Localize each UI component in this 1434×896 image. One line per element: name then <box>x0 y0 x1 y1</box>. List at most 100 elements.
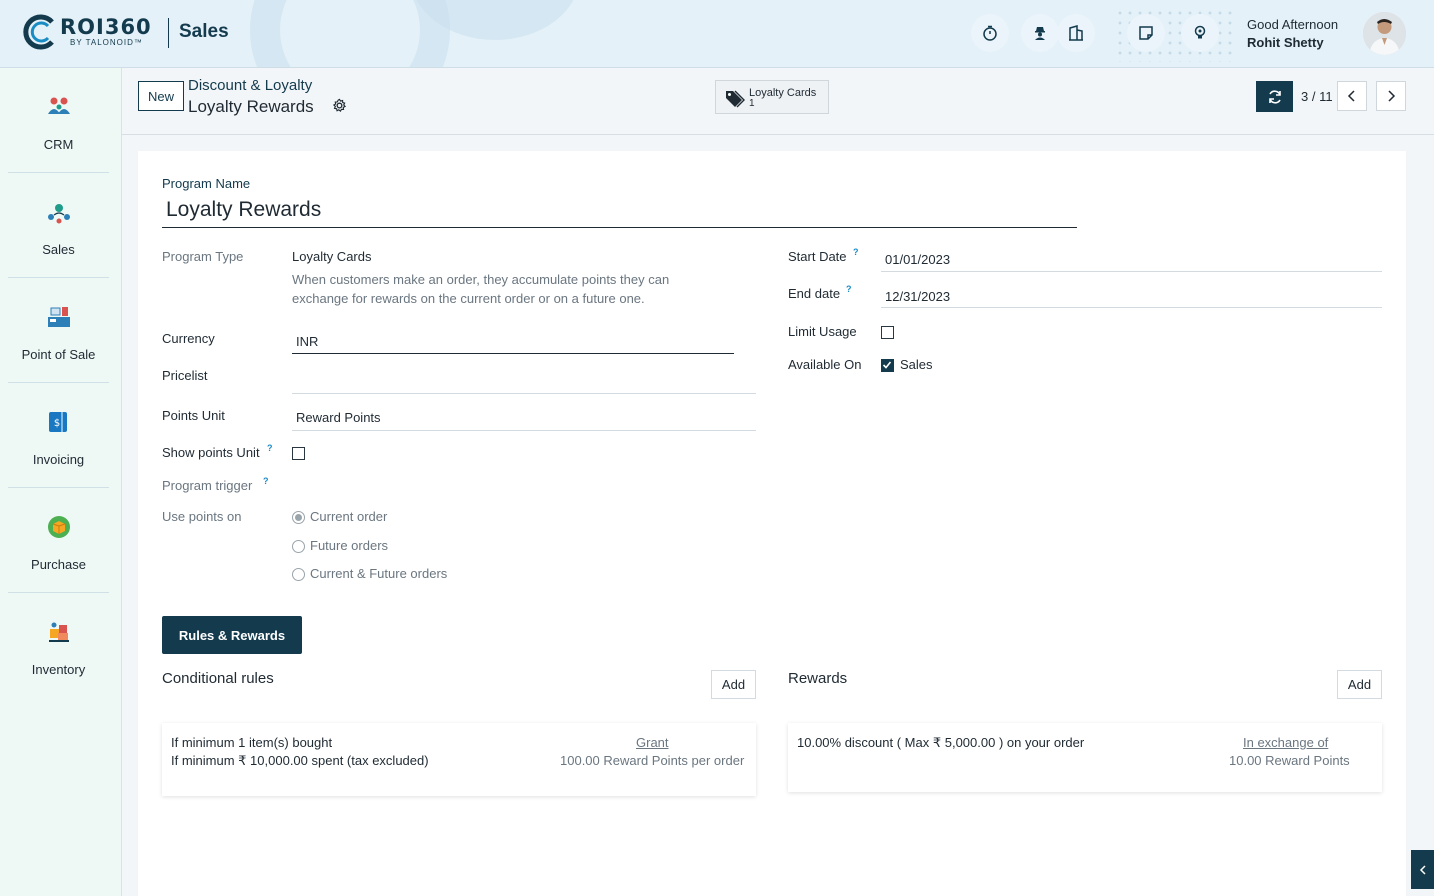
next-record-button[interactable] <box>1376 81 1406 111</box>
loyalty-cards-smart-button[interactable]: Loyalty Cards 1 <box>715 80 829 114</box>
rule-grant-value: 100.00 Reward Points per order <box>560 753 745 768</box>
available-on-sales-checkbox[interactable] <box>881 359 894 372</box>
points-unit-label: Points Unit <box>162 408 225 423</box>
radio-current-order[interactable] <box>292 511 305 524</box>
radio-future-orders[interactable] <box>292 540 305 553</box>
start-date-underline <box>881 271 1382 272</box>
refresh-button[interactable] <box>1256 81 1293 112</box>
show-points-unit-checkbox[interactable] <box>292 447 305 460</box>
program-name-field[interactable]: Loyalty Rewards <box>166 198 321 222</box>
sidebar-item-label: Purchase <box>31 557 86 572</box>
program-type-description: When customers make an order, they accum… <box>292 272 670 287</box>
greeting-text: Good Afternoon <box>1247 17 1339 32</box>
note-icon <box>1139 26 1153 40</box>
points-unit-field[interactable]: Reward Points <box>296 410 381 425</box>
brand-subtitle: BY TALONOID™ <box>70 38 143 47</box>
sidebar-item-sales[interactable]: Sales <box>8 173 109 278</box>
program-trigger-label: Program trigger <box>162 478 253 493</box>
warehouse-icon <box>49 622 69 642</box>
user-avatar-icon <box>1363 12 1406 55</box>
end-date-field[interactable]: 12/31/2023 <box>885 289 950 304</box>
ideas-button[interactable] <box>1181 14 1219 52</box>
top-bar: ROI360 BY TALONOID™ Sales Good Afternoon… <box>0 0 1434 68</box>
help-tooltip-icon[interactable]: ? <box>846 284 852 294</box>
reward-exchange-label: In exchange of <box>1243 735 1329 750</box>
network-icon <box>48 204 70 224</box>
sidebar-item-label: Inventory <box>31 662 86 677</box>
sidebar-item-purchase[interactable]: Purchase <box>8 488 109 593</box>
available-on-sales-label: Sales <box>900 357 933 372</box>
currency-label: Currency <box>162 331 215 346</box>
program-name-label: Program Name <box>162 176 251 191</box>
rule-card[interactable]: If minimum 1 item(s) bought If minimum ₹… <box>162 723 756 796</box>
previous-record-button[interactable] <box>1337 81 1367 111</box>
program-type-value[interactable]: Loyalty Cards <box>292 249 371 264</box>
sidebar-item-label: Invoicing <box>32 452 85 467</box>
expand-panel-button[interactable] <box>1411 850 1434 889</box>
new-button[interactable]: New <box>138 81 184 111</box>
radio-current-future-orders[interactable] <box>292 568 305 581</box>
app-sidebar: CRM Sales Point of Sale $ Invoicing Purc… <box>0 68 122 896</box>
box-icon <box>48 516 70 538</box>
add-rule-button[interactable]: Add <box>711 670 756 699</box>
checkmark-icon <box>882 361 892 369</box>
limit-usage-label: Limit Usage <box>788 324 857 339</box>
use-points-on-label: Use points on <box>162 509 242 524</box>
add-reward-button[interactable]: Add <box>1337 670 1382 699</box>
pricelist-label: Pricelist <box>162 368 208 383</box>
notes-button[interactable] <box>1127 14 1165 52</box>
stopwatch-icon <box>983 25 997 41</box>
currency-underline <box>292 353 734 354</box>
chevron-right-icon <box>1388 90 1396 102</box>
chevron-left-icon <box>1419 864 1426 875</box>
agent-button[interactable] <box>1021 14 1059 52</box>
currency-field[interactable]: INR <box>296 334 318 349</box>
smart-button-title: Loyalty Cards <box>749 87 817 99</box>
start-date-field[interactable]: 01/01/2023 <box>885 252 950 267</box>
gear-icon[interactable] <box>332 98 347 113</box>
tab-rules-rewards[interactable]: Rules & Rewards <box>162 616 302 654</box>
page-title: Loyalty Rewards <box>188 97 314 116</box>
pricelist-underline <box>292 393 756 394</box>
form-sheet: Program Name Loyalty Rewards Program Typ… <box>138 151 1406 896</box>
breadcrumb[interactable]: Discount & Loyalty <box>188 77 312 94</box>
sidebar-item-crm[interactable]: CRM <box>8 68 109 173</box>
user-name: Rohit Shetty <box>1247 35 1324 50</box>
rewards-title: Rewards <box>788 670 848 687</box>
timer-button[interactable] <box>971 14 1009 52</box>
sidebar-item-point-of-sale[interactable]: Point of Sale <box>8 278 109 383</box>
start-date-label: Start Date <box>788 249 847 264</box>
company-button[interactable] <box>1057 14 1095 52</box>
sidebar-item-label: Sales <box>42 242 75 257</box>
help-tooltip-icon[interactable]: ? <box>263 476 269 486</box>
radio-option-label: Current order <box>310 509 388 524</box>
people-icon <box>48 97 70 114</box>
sidebar-item-inventory[interactable]: Inventory <box>8 593 109 698</box>
lightbulb-icon <box>1194 25 1206 39</box>
reward-description: 10.00% discount ( Max ₹ 5,000.00 ) on yo… <box>797 735 1085 750</box>
avatar[interactable] <box>1363 12 1406 55</box>
refresh-icon <box>1268 89 1281 104</box>
sidebar-item-label: Point of Sale <box>21 347 96 362</box>
building-icon <box>1069 25 1083 41</box>
end-date-label: End date <box>788 286 841 301</box>
program-name-underline <box>162 227 1077 228</box>
reward-exchange-value: 10.00 Reward Points <box>1229 753 1350 768</box>
end-date-underline <box>881 307 1382 308</box>
spy-icon <box>1035 27 1045 40</box>
rule-grant-label: Grant <box>636 735 669 750</box>
rule-min-qty: If minimum 1 item(s) bought <box>171 735 333 750</box>
reward-card[interactable]: 10.00% discount ( Max ₹ 5,000.00 ) on yo… <box>788 723 1382 792</box>
help-tooltip-icon[interactable]: ? <box>267 443 273 453</box>
store-icon <box>48 307 70 327</box>
chevron-left-icon <box>1347 90 1355 102</box>
user-greeting: Good Afternoon Rohit Shetty <box>1247 16 1338 52</box>
limit-usage-checkbox[interactable] <box>881 326 894 339</box>
pager-value[interactable]: 3 / 11 <box>1301 89 1333 104</box>
sidebar-item-label: CRM <box>43 137 74 152</box>
brand-logo[interactable]: ROI360 BY TALONOID™ <box>22 14 152 50</box>
sidebar-item-invoicing[interactable]: $ Invoicing <box>8 383 109 488</box>
logo-divider <box>168 18 169 48</box>
help-tooltip-icon[interactable]: ? <box>853 247 859 257</box>
smart-button-count: 1 <box>749 98 755 109</box>
